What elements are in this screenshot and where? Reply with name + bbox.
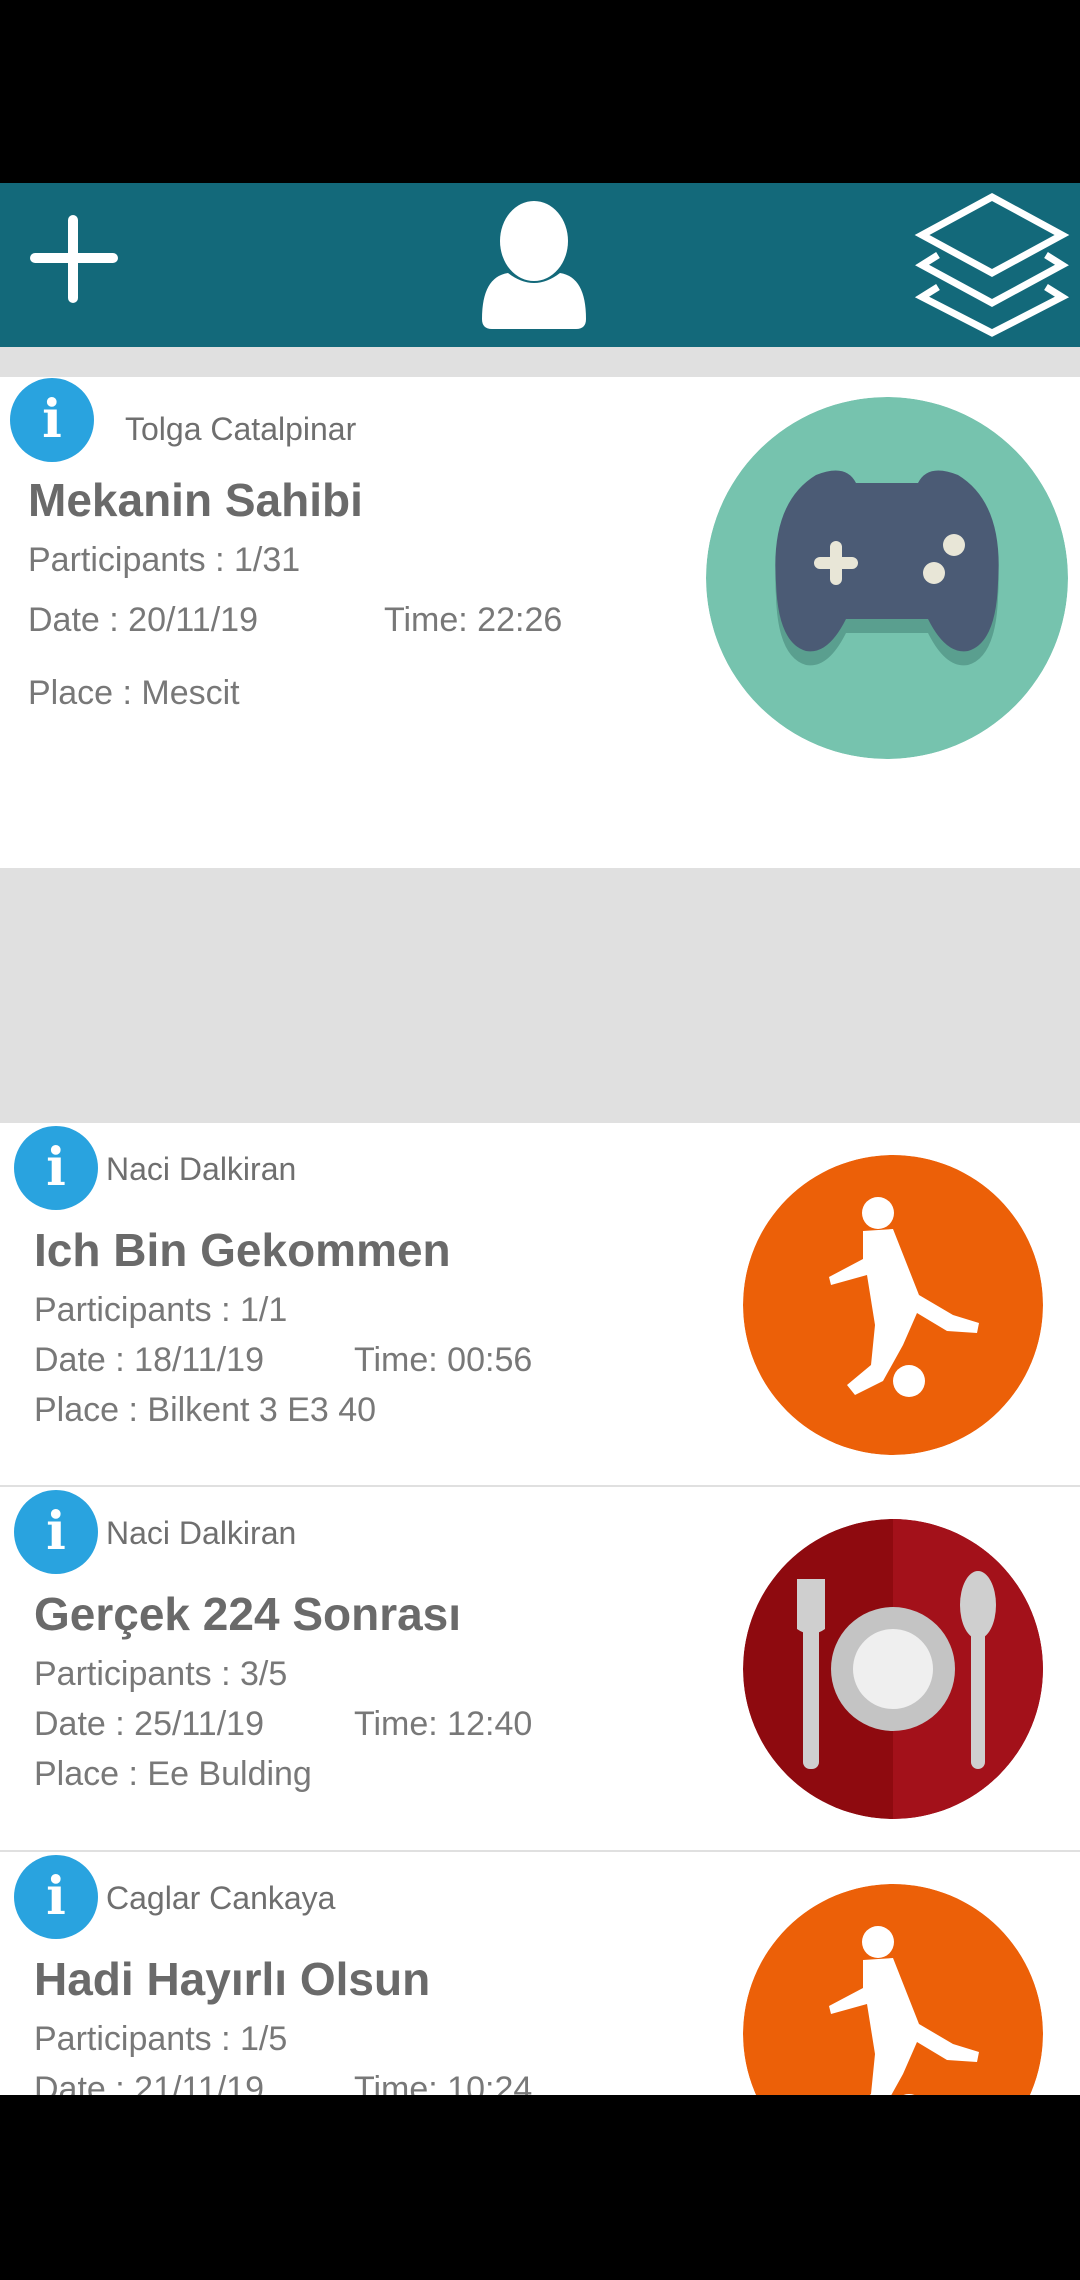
info-icon[interactable]: i [14, 1126, 98, 1210]
event-card[interactable]: i Naci Dalkiran Ich Bin Gekommen Partici… [0, 1123, 1080, 1485]
event-place: Place : Bilkent 3 E3 40 [34, 1391, 377, 1429]
gamepad-icon [706, 397, 1068, 759]
event-time: Time: 12:40 [354, 1705, 533, 1743]
event-participants: Participants : 3/5 [34, 1655, 288, 1693]
event-time: Time: 22:26 [384, 601, 563, 639]
event-date: Date : 21/11/19 [34, 2070, 264, 2095]
event-date: Date : 20/11/19 [28, 601, 258, 639]
event-title: Ich Bin Gekommen [34, 1224, 451, 1276]
football-player-icon [743, 1155, 1043, 1455]
top-app-bar [0, 183, 1080, 347]
user-icon[interactable] [478, 201, 590, 331]
dining-icon [743, 1519, 1043, 1819]
layers-icon[interactable] [912, 191, 1072, 337]
event-participants: Participants : 1/1 [34, 1291, 288, 1329]
event-title: Gerçek 224 Sonrası [34, 1588, 462, 1640]
event-owner: Naci Dalkiran [106, 1151, 297, 1187]
info-icon[interactable]: i [10, 378, 94, 462]
event-owner: Caglar Cankaya [106, 1880, 336, 1916]
event-owner: Naci Dalkiran [106, 1515, 297, 1551]
event-time: Time: 10:24 [354, 2070, 533, 2095]
status-bar [0, 0, 1080, 183]
event-place: Place : Mescit [28, 674, 240, 712]
event-card[interactable]: i Naci Dalkiran Gerçek 224 Sonrası Parti… [0, 1487, 1080, 1850]
event-date: Date : 18/11/19 [34, 1341, 264, 1379]
event-card[interactable]: i Caglar Cankaya Hadi Hayırlı Olsun Part… [0, 1852, 1080, 2095]
info-icon[interactable]: i [14, 1855, 98, 1939]
event-date: Date : 25/11/19 [34, 1705, 264, 1743]
event-participants: Participants : 1/5 [34, 2020, 288, 2058]
event-card[interactable]: i Tolga Catalpinar Mekanin Sahibi Partic… [0, 377, 1080, 868]
info-icon[interactable]: i [14, 1490, 98, 1574]
navigation-bar [0, 2095, 1080, 2280]
football-player-icon [743, 1884, 1043, 2095]
event-place: Place : Ee Bulding [34, 1755, 312, 1793]
event-owner: Tolga Catalpinar [125, 411, 357, 447]
event-title: Hadi Hayırlı Olsun [34, 1953, 431, 2005]
event-time: Time: 00:56 [354, 1341, 533, 1379]
event-participants: Participants : 1/31 [28, 541, 301, 579]
event-list[interactable]: i Tolga Catalpinar Mekanin Sahibi Partic… [0, 347, 1080, 2095]
plus-icon[interactable] [28, 213, 120, 305]
event-title: Mekanin Sahibi [28, 474, 363, 526]
